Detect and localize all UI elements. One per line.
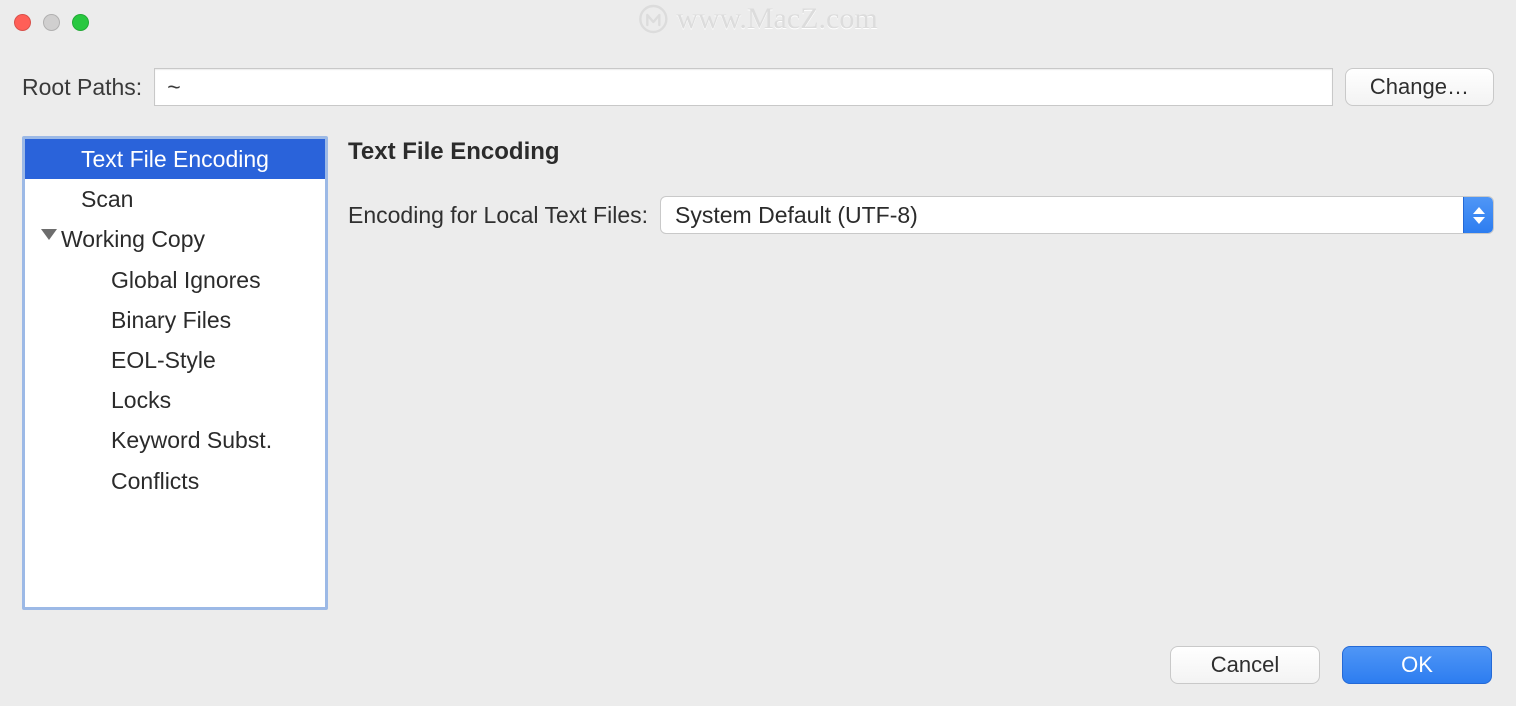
preferences-dialog: www.MacZ.com Root Paths: ~ Change… Text … [0, 0, 1516, 706]
traffic-lights [14, 14, 89, 31]
sidebar-item-label: Conflicts [111, 468, 199, 494]
watermark-logo-icon [638, 4, 668, 34]
sidebar-item-conflicts[interactable]: Conflicts [25, 461, 325, 501]
sidebar-item-label: Working Copy [61, 226, 205, 252]
zoom-window-button[interactable] [72, 14, 89, 31]
sidebar-item-eol-style[interactable]: EOL-Style [25, 340, 325, 380]
minimize-window-button[interactable] [43, 14, 60, 31]
sidebar-item-label: Text File Encoding [81, 146, 269, 172]
ok-button[interactable]: OK [1342, 646, 1492, 684]
ok-button-label: OK [1401, 652, 1433, 678]
main-area: Text File Encoding Scan Working Copy Glo… [0, 114, 1516, 632]
change-button-label: Change… [1370, 74, 1469, 100]
disclosure-triangle-icon[interactable] [41, 229, 57, 240]
encoding-label: Encoding for Local Text Files: [348, 202, 648, 229]
close-window-button[interactable] [14, 14, 31, 31]
sidebar-item-label: Binary Files [111, 307, 231, 333]
cancel-button-label: Cancel [1211, 652, 1279, 678]
sidebar-item-binary-files[interactable]: Binary Files [25, 300, 325, 340]
watermark-text: www.MacZ.com [676, 2, 877, 36]
sidebar-item-scan[interactable]: Scan [25, 179, 325, 219]
sidebar-item-global-ignores[interactable]: Global Ignores [25, 260, 325, 300]
settings-panel: Text File Encoding Encoding for Local Te… [348, 136, 1494, 610]
encoding-row: Encoding for Local Text Files: System De… [348, 196, 1494, 234]
sidebar-item-text-file-encoding[interactable]: Text File Encoding [25, 139, 325, 179]
sidebar-item-locks[interactable]: Locks [25, 380, 325, 420]
updown-caret-icon [1463, 197, 1493, 233]
encoding-select[interactable]: System Default (UTF-8) [660, 196, 1494, 234]
sidebar-item-label: Locks [111, 387, 171, 413]
sidebar-item-working-copy[interactable]: Working Copy [25, 219, 325, 259]
dialog-footer: Cancel OK [0, 632, 1516, 706]
sidebar: Text File Encoding Scan Working Copy Glo… [22, 136, 328, 610]
change-button[interactable]: Change… [1345, 68, 1494, 106]
cancel-button[interactable]: Cancel [1170, 646, 1320, 684]
sidebar-tree: Text File Encoding Scan Working Copy Glo… [25, 139, 325, 501]
encoding-select-value: System Default (UTF-8) [661, 202, 1463, 229]
sidebar-item-label: EOL-Style [111, 347, 216, 373]
sidebar-item-keyword-subst[interactable]: Keyword Subst. [25, 420, 325, 460]
root-paths-label: Root Paths: [22, 74, 142, 101]
root-paths-field[interactable]: ~ [154, 68, 1333, 106]
watermark: www.MacZ.com [638, 2, 877, 36]
root-paths-row: Root Paths: ~ Change… [0, 44, 1516, 114]
title-bar: www.MacZ.com [0, 0, 1516, 44]
sidebar-item-label: Global Ignores [111, 267, 261, 293]
sidebar-item-label: Scan [81, 186, 133, 212]
panel-title: Text File Encoding [348, 138, 1494, 166]
root-paths-value: ~ [167, 74, 180, 101]
sidebar-item-label: Keyword Subst. [111, 427, 272, 453]
